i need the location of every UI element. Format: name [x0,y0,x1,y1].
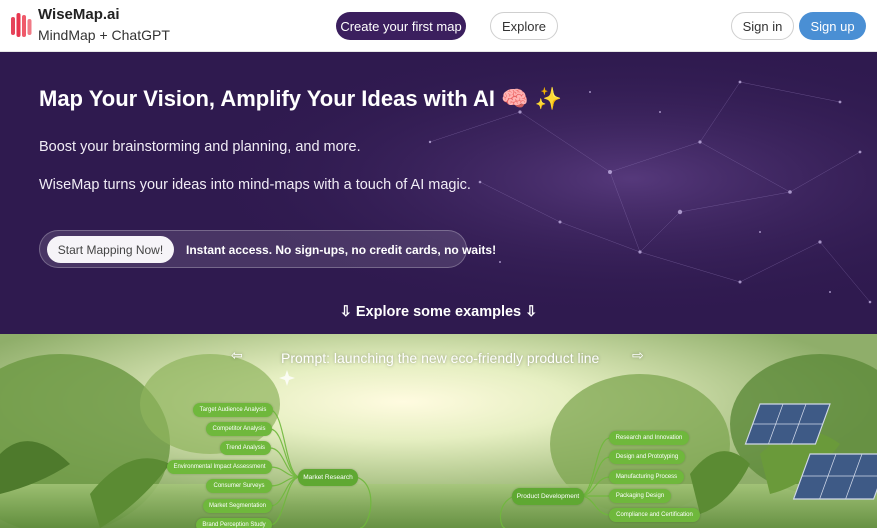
mindmap-branch-node[interactable]: Market Research [298,469,358,486]
hero-section: Map Your Vision, Amplify Your Ideas with… [0,52,877,334]
mindmap-node[interactable]: Design and Prototyping [609,450,685,464]
top-header: WiseMap.ai MindMap + ChatGPT Create your… [0,0,877,52]
cta-note: Instant access. No sign-ups, no credit c… [186,243,497,257]
mindmap-node[interactable]: Packaging Design [609,489,671,503]
mindmap-node[interactable]: Research and Innovation [609,431,689,445]
brand-name[interactable]: WiseMap.ai [38,6,120,23]
mindmap-node[interactable]: Manufacturing Process [609,470,684,484]
mindmap-node[interactable]: Competitor Analysis [206,422,272,436]
wisemap-logo-icon[interactable] [10,11,32,39]
mindmap-node[interactable]: Brand Perception Study [196,518,272,528]
mindmap-node[interactable]: Target Audience Analysis [193,403,273,417]
mindmap-node[interactable]: Consumer Surveys [206,479,272,493]
hero-subtitle-2: WiseMap turns your ideas into mind-maps … [39,177,471,193]
mindmap-node[interactable]: Market Segmentation [203,499,272,513]
example-prompt: Prompt: launching the new eco-friendly p… [281,350,600,366]
hero-title-text: Map Your Vision, Amplify Your Ideas with… [39,86,495,111]
brand-tagline: MindMap + ChatGPT [38,27,170,43]
start-mapping-button[interactable]: Start Mapping Now! [47,236,174,263]
hero-title: Map Your Vision, Amplify Your Ideas with… [39,86,562,112]
previous-example-arrow[interactable]: ⇦ [231,347,243,364]
next-example-arrow[interactable]: ⇨ [632,347,644,364]
mindmap-branch-node[interactable]: Product Development [512,488,584,505]
create-first-map-button[interactable]: Create your first map [336,12,466,40]
example-showcase: ⇦ Prompt: launching the new eco-friendly… [0,334,877,528]
explore-examples-link[interactable]: ⇩ Explore some examples ⇩ [0,304,877,320]
solar-panel-icon [744,403,831,445]
sign-in-button[interactable]: Sign in [731,12,794,40]
sign-up-button[interactable]: Sign up [799,12,866,40]
explore-button[interactable]: Explore [490,12,558,40]
hero-subtitle-1: Boost your brainstorming and planning, a… [39,139,361,155]
mindmap-node[interactable]: Environmental Impact Assessment [167,460,272,474]
mindmap-node[interactable]: Trend Analysis [220,441,271,455]
mindmap-node[interactable]: Compliance and Certification [609,508,700,522]
brain-sparkles-icon: 🧠 ✨ [501,86,562,111]
